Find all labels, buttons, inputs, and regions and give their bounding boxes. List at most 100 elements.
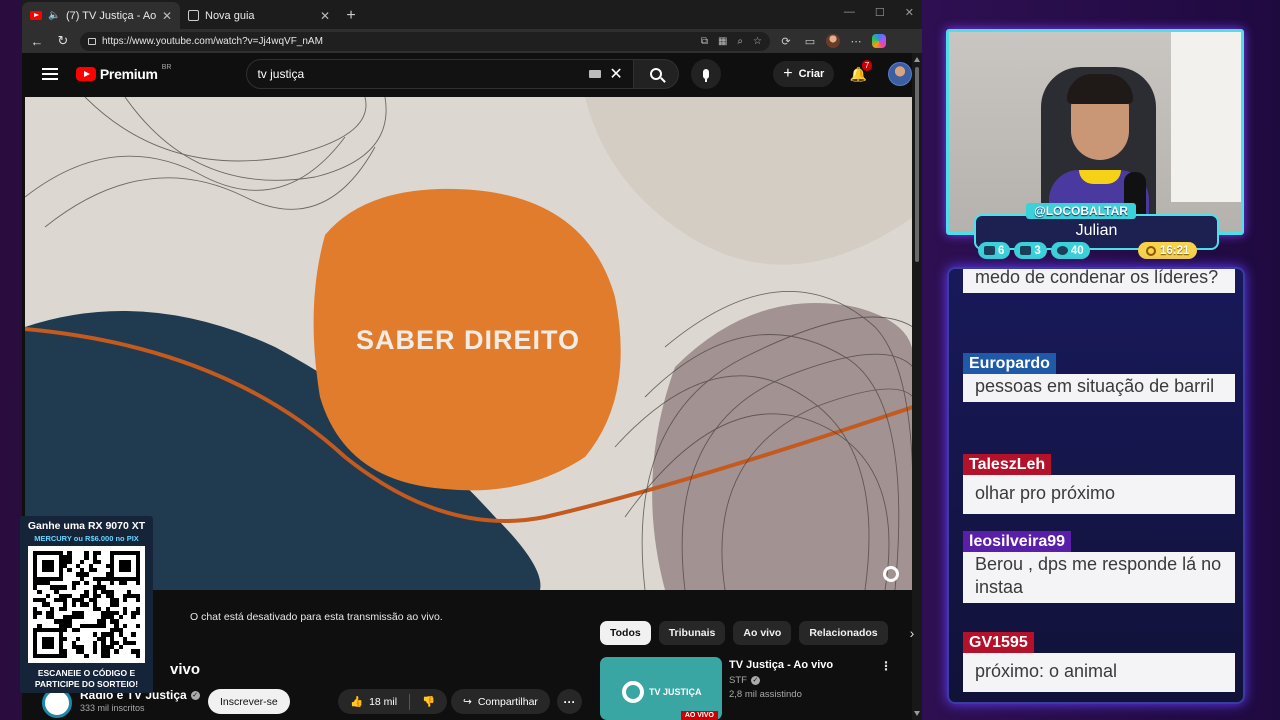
qr-module xyxy=(135,653,140,658)
kick-icon xyxy=(1056,246,1068,255)
recommended-title[interactable]: TV Justiça - Ao vivo xyxy=(729,659,833,671)
chat-message: Europardo pessoas em situação de barril xyxy=(963,353,1235,402)
copilot-icon[interactable] xyxy=(872,34,886,48)
close-tab-icon[interactable]: ✕ xyxy=(162,9,172,23)
tab-label: Nova guia xyxy=(205,9,255,22)
stream-timer: 16:21 xyxy=(1138,242,1198,259)
kebab-menu-icon[interactable]: ⋮ xyxy=(880,659,892,673)
split-screen-icon[interactable]: ▭ xyxy=(802,35,818,48)
voice-search-button[interactable] xyxy=(691,59,722,89)
more-menu-icon[interactable]: ⋯ xyxy=(848,35,864,48)
qr-code-pattern xyxy=(33,551,140,658)
giveaway-subline: MERCURY ou R$6.000 no PIX xyxy=(34,534,139,543)
translate-icon[interactable]: ⧉ xyxy=(701,36,708,47)
chat-text: medo de condenar os líderes? xyxy=(963,269,1235,293)
chevron-right-icon[interactable]: › xyxy=(910,625,915,641)
thumbs-down-icon: 👎 xyxy=(422,696,436,708)
video-title-card: SABER DIREITO xyxy=(25,325,913,356)
more-actions-button[interactable]: ··· xyxy=(557,689,582,714)
youtube-logo[interactable]: Premium BR xyxy=(75,64,171,82)
new-tab-button[interactable]: + xyxy=(338,2,364,29)
stat-chat-value: 6 xyxy=(998,244,1005,257)
page-icon xyxy=(188,10,199,21)
recommended-thumbnail[interactable]: TV JUSTIÇA AO VIVO xyxy=(600,657,722,720)
tab-youtube[interactable]: 🔈 (7) TV Justiça - Ao vivo - You ✕ xyxy=(22,2,180,29)
scrollbar-thumb[interactable] xyxy=(915,67,919,262)
keyboard-icon[interactable] xyxy=(589,70,602,78)
favorite-star-icon[interactable]: ☆ xyxy=(753,36,762,47)
viewer-stats: 6 3 40 xyxy=(978,242,1090,259)
reload-icon[interactable]: ↻ xyxy=(54,33,72,49)
stat-youtube: 3 xyxy=(1014,242,1047,259)
chat-username: Europardo xyxy=(963,353,1056,374)
close-tab-icon[interactable]: ✕ xyxy=(320,9,330,23)
recommendation-filters: Todos Tribunais Ao vivo Relacionados › xyxy=(600,621,914,645)
chip-related[interactable]: Relacionados xyxy=(799,621,888,645)
account-avatar[interactable] xyxy=(888,62,912,86)
chat-username: leosilveira99 xyxy=(963,531,1072,552)
stream-timer-value: 16:21 xyxy=(1160,244,1190,257)
tab-strip: 🔈 (7) TV Justiça - Ao vivo - You ✕ Nova … xyxy=(22,0,922,29)
recommended-channel[interactable]: STF ✓ xyxy=(729,675,760,686)
chat-text: pessoas em situação de barril xyxy=(963,374,1235,402)
streamer-name: Julian xyxy=(1075,222,1118,239)
chip-all[interactable]: Todos xyxy=(600,621,651,645)
page-scrollbar[interactable] xyxy=(912,53,922,720)
chip-live[interactable]: Ao vivo xyxy=(733,621,792,645)
zoom-icon[interactable]: ⌕ xyxy=(737,36,743,47)
search-query: tv justiça xyxy=(257,67,305,81)
back-icon[interactable]: ← xyxy=(28,34,46,49)
minimize-icon[interactable]: — xyxy=(844,6,855,19)
giveaway-headline: Ganhe uma RX 9070 XT xyxy=(27,520,146,532)
stat-kick-value: 40 xyxy=(1070,244,1084,257)
youtube-header: Premium BR tv justiça ✕ + Criar 🔔 7 xyxy=(22,53,912,95)
create-button[interactable]: + Criar xyxy=(773,61,835,87)
stat-kick: 40 xyxy=(1050,242,1090,259)
subscribe-button[interactable]: Inscrever-se xyxy=(208,689,290,714)
share-icon: ↪ xyxy=(463,695,472,708)
maximize-icon[interactable]: ☐ xyxy=(875,6,885,19)
lock-icon xyxy=(88,37,96,45)
tab-label: (7) TV Justiça - Ao vivo - You xyxy=(66,9,156,22)
tv-justica-logo: TV JUSTIÇA xyxy=(622,681,702,703)
close-window-icon[interactable]: ✕ xyxy=(905,6,914,19)
channel-watermark xyxy=(883,566,899,584)
tab-new-tab[interactable]: Nova guia ✕ xyxy=(180,2,338,29)
dislike-button[interactable]: 👎 xyxy=(410,689,447,714)
stat-youtube-value: 3 xyxy=(1034,244,1041,257)
extensions-icon[interactable]: ⟳ xyxy=(778,35,794,48)
chat-message: leosilveira99 Berou , dps me responde lá… xyxy=(963,531,1235,603)
search-input[interactable]: tv justiça ✕ xyxy=(246,59,634,89)
subscriber-count: 333 mil inscritos xyxy=(80,703,145,713)
webcam-hair xyxy=(1067,74,1133,104)
recommended-viewers: 2,8 mil assistindo xyxy=(729,689,802,700)
chat-text: olhar pro próximo xyxy=(963,475,1235,514)
apps-icon[interactable]: ▦ xyxy=(718,36,727,47)
like-dislike-bar: 👍 18 mil 👎 xyxy=(338,689,448,714)
microphone-icon xyxy=(703,69,710,82)
speaker-icon[interactable]: 🔈 xyxy=(48,10,60,21)
youtube-icon xyxy=(1020,246,1032,255)
notification-badge: 7 xyxy=(861,60,873,71)
menu-icon[interactable] xyxy=(42,68,58,80)
qr-code xyxy=(28,546,145,663)
share-button[interactable]: ↪ Compartilhar xyxy=(451,689,550,714)
giveaway-cta-2: PARTICIPE DO SORTEIO! xyxy=(34,679,139,689)
profile-avatar[interactable] xyxy=(826,34,840,48)
chip-tribunais[interactable]: Tribunais xyxy=(658,621,726,645)
streamer-handle: @LOCOBALTAR xyxy=(1026,203,1136,219)
chat-text: próximo: o animal xyxy=(963,653,1235,692)
video-player[interactable]: SABER DIREITO xyxy=(25,97,913,590)
brand-label: Premium xyxy=(99,66,158,82)
youtube-favicon-icon xyxy=(30,11,42,20)
chat-overlay: medo de condenar os líderes? Europardo p… xyxy=(947,267,1245,704)
search-button[interactable] xyxy=(633,59,680,89)
address-bar: ← ↻ https://www.youtube.com/watch?v=Jj4w… xyxy=(22,29,922,53)
scroll-up-icon[interactable] xyxy=(914,57,920,62)
url-field[interactable]: https://www.youtube.com/watch?v=Jj4wqVF_… xyxy=(80,31,770,51)
scroll-down-icon[interactable] xyxy=(914,711,920,716)
clear-search-icon[interactable]: ✕ xyxy=(609,64,622,84)
create-label: Criar xyxy=(798,68,825,80)
notifications-button[interactable]: 🔔 7 xyxy=(848,60,873,84)
like-button[interactable]: 👍 18 mil xyxy=(338,689,409,714)
